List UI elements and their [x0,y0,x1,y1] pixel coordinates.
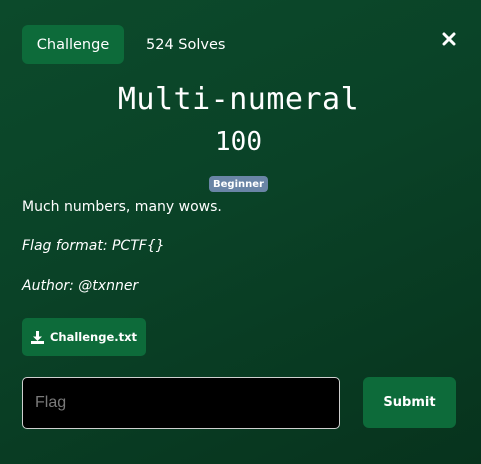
flag-format-text: Flag format: PCTF{} [22,238,165,254]
flag-input[interactable] [22,377,340,429]
challenge-title: Multi-numeral [117,82,360,117]
submit-button[interactable]: Submit [363,377,456,428]
download-challenge-button[interactable]: Challenge.txt [22,318,146,356]
tab-challenge[interactable]: Challenge [22,25,124,64]
author-text: Author: @txnner [22,278,139,294]
close-icon [442,32,456,46]
close-button[interactable] [438,28,460,50]
download-icon [30,330,44,344]
challenge-description: Much numbers, many wows. [22,199,222,215]
category-badge: Beginner [209,176,268,192]
tab-solves[interactable]: 524 Solves [136,25,235,64]
challenge-points: 100 [215,127,262,157]
download-label: Challenge.txt [49,330,138,344]
